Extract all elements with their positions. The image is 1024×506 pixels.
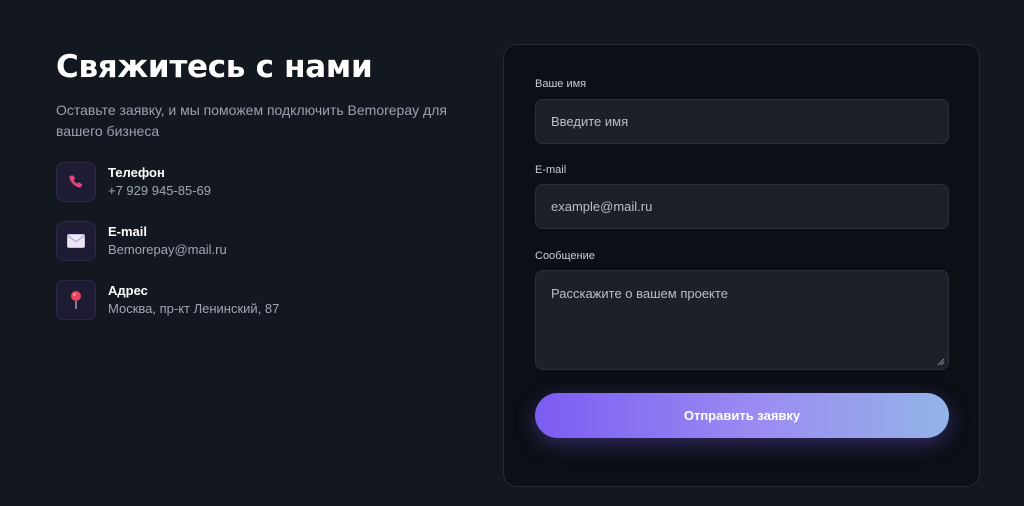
address-text: Москва, пр-кт Ленинский, 87: [108, 301, 280, 316]
pushpin-icon: [56, 280, 96, 320]
message-textarea[interactable]: Расскажите о вашем проекте: [535, 270, 949, 370]
message-label: Сообщение: [535, 250, 595, 262]
email-input[interactable]: example@mail.ru: [535, 184, 949, 229]
phone-icon: [56, 162, 96, 202]
contact-info: Свяжитесь с нами Оставьте заявку, и мы п…: [56, 48, 476, 339]
resize-handle-icon[interactable]: [937, 358, 945, 366]
contact-item-email: E-mail Bemorepay@mail.ru: [56, 221, 476, 263]
envelope-icon: [56, 221, 96, 261]
contact-section: Свяжитесь с нами Оставьте заявку, и мы п…: [0, 0, 1024, 506]
message-placeholder: Расскажите о вашем проекте: [551, 286, 728, 301]
name-input[interactable]: Введите имя: [535, 99, 949, 144]
email-address[interactable]: Bemorepay@mail.ru: [108, 241, 227, 259]
contact-item-address: Адрес Москва, пр-кт Ленинский, 87: [56, 280, 476, 322]
contact-label: Телефон: [108, 165, 165, 180]
section-subtitle: Оставьте заявку, и мы поможем подключить…: [56, 102, 447, 139]
contact-form: Ваше имя Введите имя E-mail example@mail…: [503, 44, 980, 487]
phone-number[interactable]: +7 929 945-85-69: [108, 182, 211, 200]
email-label: E-mail: [535, 164, 567, 176]
contact-label: Адрес: [108, 283, 148, 298]
section-title: Свяжитесь с нами: [56, 49, 373, 85]
submit-button[interactable]: Отправить заявку: [535, 393, 949, 438]
contact-list: Телефон +7 929 945-85-69 E-mail Bemorepa…: [56, 162, 476, 322]
contact-label: E-mail: [108, 224, 148, 239]
name-label: Ваше имя: [535, 78, 587, 90]
contact-item-phone: Телефон +7 929 945-85-69: [56, 162, 476, 204]
